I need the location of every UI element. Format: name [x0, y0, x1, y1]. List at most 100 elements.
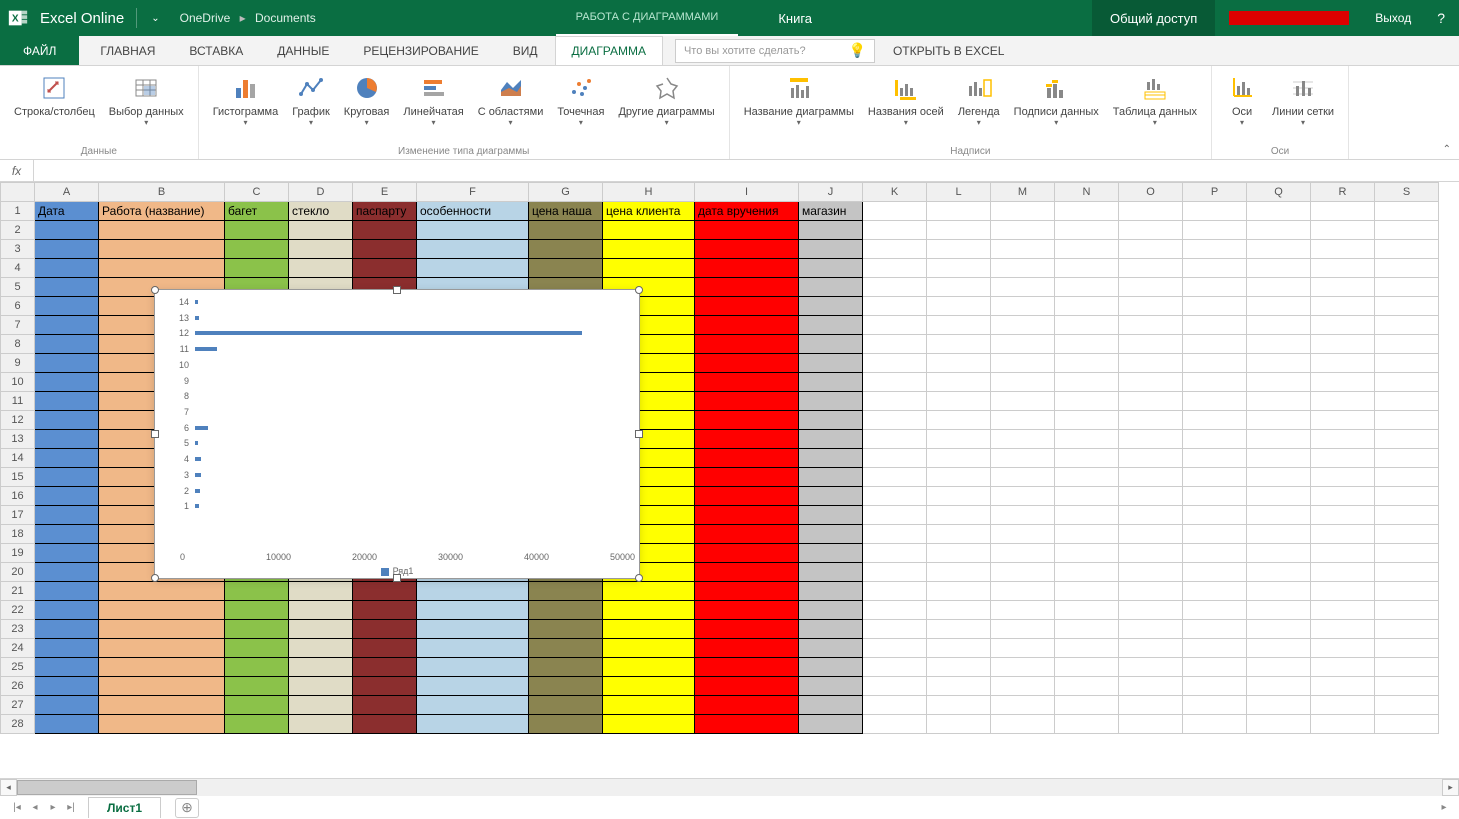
cell[interactable]: [991, 620, 1055, 639]
cell[interactable]: [225, 639, 289, 658]
cell[interactable]: [1183, 392, 1247, 411]
cell[interactable]: [1055, 487, 1119, 506]
col-header[interactable]: D: [289, 183, 353, 202]
cell[interactable]: [695, 221, 799, 240]
cell[interactable]: [799, 525, 863, 544]
cell[interactable]: [1055, 544, 1119, 563]
cell[interactable]: [1183, 658, 1247, 677]
cell[interactable]: [1375, 335, 1439, 354]
cell[interactable]: [417, 677, 529, 696]
cell[interactable]: [35, 335, 99, 354]
cell[interactable]: [1183, 487, 1247, 506]
cell[interactable]: [799, 658, 863, 677]
cell[interactable]: [1119, 582, 1183, 601]
scroll-left-icon[interactable]: ◂: [0, 779, 17, 796]
cell[interactable]: [1119, 316, 1183, 335]
cell[interactable]: [1119, 240, 1183, 259]
cell[interactable]: [35, 278, 99, 297]
cell[interactable]: [695, 411, 799, 430]
cell[interactable]: [1311, 373, 1375, 392]
cell[interactable]: [695, 430, 799, 449]
cell[interactable]: [927, 373, 991, 392]
cell[interactable]: [353, 677, 417, 696]
cell[interactable]: [695, 677, 799, 696]
cell[interactable]: [1311, 525, 1375, 544]
cell[interactable]: [603, 715, 695, 734]
cell[interactable]: [1055, 221, 1119, 240]
cell[interactable]: [695, 297, 799, 316]
cell[interactable]: [417, 658, 529, 677]
col-header[interactable]: F: [417, 183, 529, 202]
cell[interactable]: [927, 240, 991, 259]
cell[interactable]: [927, 221, 991, 240]
row-header[interactable]: 10: [1, 373, 35, 392]
cell[interactable]: [225, 677, 289, 696]
cell[interactable]: [1119, 677, 1183, 696]
sheet-scroll-right-icon[interactable]: ▸: [1435, 802, 1453, 813]
cell[interactable]: [1311, 506, 1375, 525]
cell[interactable]: [927, 677, 991, 696]
cell[interactable]: [1183, 240, 1247, 259]
cell[interactable]: [35, 715, 99, 734]
cell[interactable]: [927, 563, 991, 582]
cell[interactable]: [1055, 335, 1119, 354]
cell[interactable]: магазин: [799, 202, 863, 221]
cell[interactable]: [1311, 278, 1375, 297]
legend-button[interactable]: Легенда▾: [952, 70, 1006, 144]
cell[interactable]: [1375, 582, 1439, 601]
cell[interactable]: [1183, 715, 1247, 734]
cell[interactable]: [991, 240, 1055, 259]
cell[interactable]: [1183, 316, 1247, 335]
cell[interactable]: [529, 620, 603, 639]
cell[interactable]: [35, 563, 99, 582]
cell[interactable]: [927, 354, 991, 373]
resize-handle[interactable]: [393, 286, 401, 294]
cell[interactable]: [695, 658, 799, 677]
cell[interactable]: [863, 392, 927, 411]
cell[interactable]: [289, 259, 353, 278]
cell[interactable]: [1247, 677, 1311, 696]
cell[interactable]: [927, 582, 991, 601]
formula-input[interactable]: [34, 160, 1459, 181]
cell[interactable]: [863, 316, 927, 335]
cell[interactable]: [353, 715, 417, 734]
cell[interactable]: [1375, 202, 1439, 221]
cell[interactable]: [991, 601, 1055, 620]
cell[interactable]: [1055, 316, 1119, 335]
cell[interactable]: [1183, 278, 1247, 297]
cell[interactable]: [1247, 696, 1311, 715]
cell[interactable]: [863, 449, 927, 468]
cell[interactable]: [35, 449, 99, 468]
chart-type-line-button[interactable]: График▾: [286, 70, 336, 144]
row-header[interactable]: 9: [1, 354, 35, 373]
cell[interactable]: [991, 449, 1055, 468]
chart-type-column-button[interactable]: Гистограмма▾: [207, 70, 285, 144]
cell[interactable]: Дата: [35, 202, 99, 221]
cell[interactable]: [289, 696, 353, 715]
cell[interactable]: [863, 202, 927, 221]
cell[interactable]: [1119, 544, 1183, 563]
cell[interactable]: [1247, 525, 1311, 544]
cell[interactable]: [35, 297, 99, 316]
cell[interactable]: особенности: [417, 202, 529, 221]
cell[interactable]: [695, 544, 799, 563]
cell[interactable]: [695, 278, 799, 297]
cell[interactable]: [1247, 202, 1311, 221]
cell[interactable]: [1311, 563, 1375, 582]
cell[interactable]: [1247, 335, 1311, 354]
cell[interactable]: [1375, 297, 1439, 316]
scroll-track[interactable]: [17, 779, 1442, 796]
cell[interactable]: [863, 677, 927, 696]
cell[interactable]: [991, 696, 1055, 715]
cell[interactable]: [1375, 354, 1439, 373]
cell[interactable]: [1119, 715, 1183, 734]
cell[interactable]: [1055, 582, 1119, 601]
resize-handle[interactable]: [635, 430, 643, 438]
cell[interactable]: [289, 620, 353, 639]
cell[interactable]: [695, 240, 799, 259]
cell[interactable]: [1183, 430, 1247, 449]
cell[interactable]: [1055, 259, 1119, 278]
cell[interactable]: [799, 259, 863, 278]
cell[interactable]: [1247, 240, 1311, 259]
col-header[interactable]: P: [1183, 183, 1247, 202]
